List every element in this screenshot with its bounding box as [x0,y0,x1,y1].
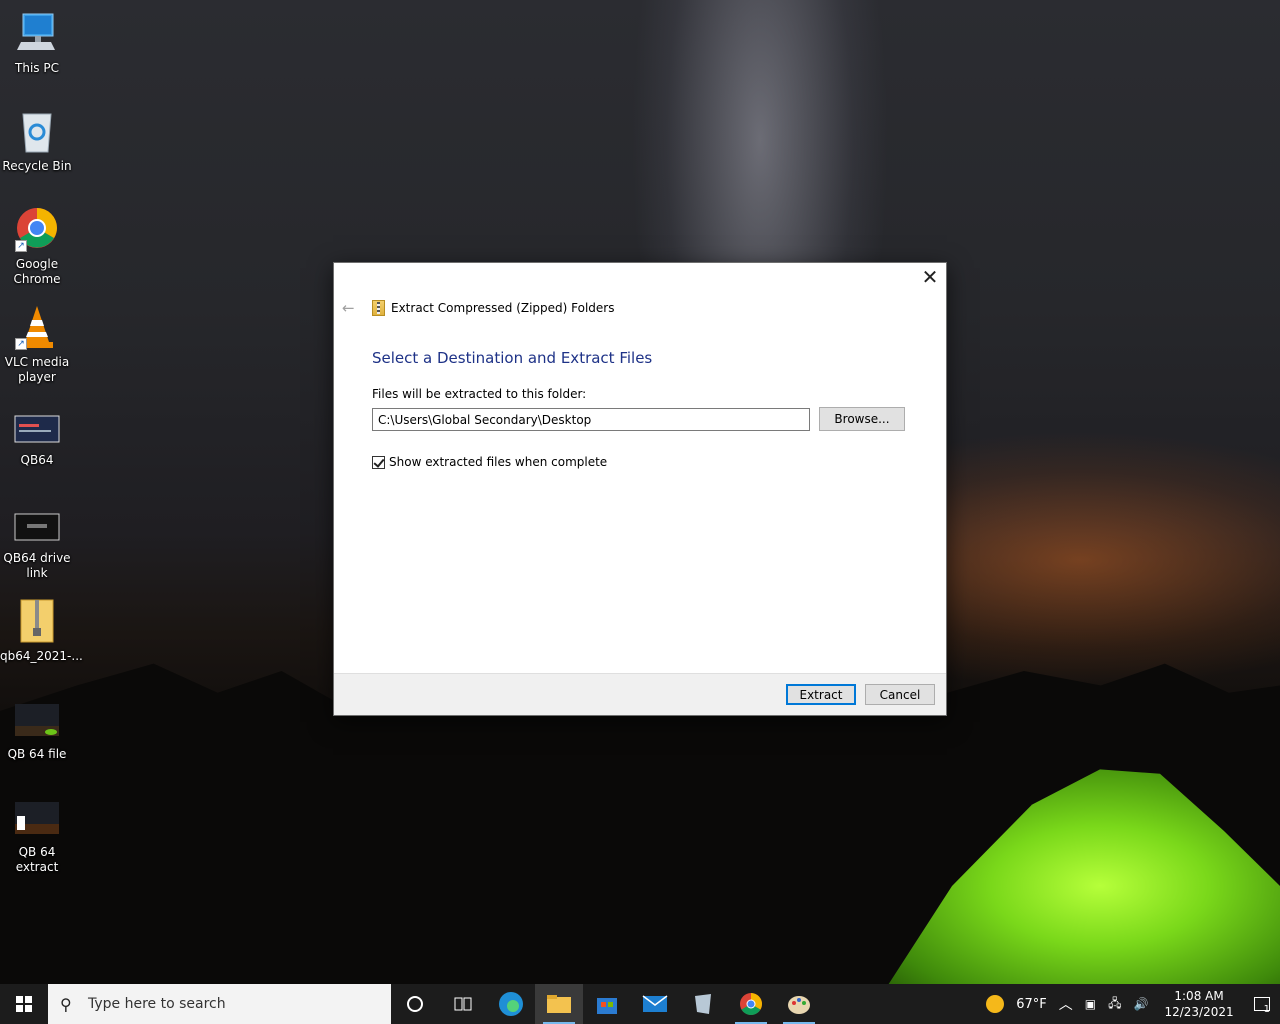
clock[interactable]: 1:08 AM 12/23/2021 [1154,988,1243,1020]
cortana-icon [407,996,423,1012]
browse-button[interactable]: Browse... [819,407,905,431]
edge-icon [499,992,523,1016]
network-icon[interactable]: 🖧 [1102,984,1127,1024]
image-file-icon [13,696,61,744]
mail-button[interactable] [631,984,679,1024]
wizard-title: Extract Compressed (Zipped) Folders [372,300,615,316]
app-icon [695,994,711,1014]
vlc-icon: ↗ [13,304,61,352]
system-tray: 67°F ︿ ▣ 🖧 🔊 1:08 AM 12/23/2021 1 [980,984,1280,1024]
mail-icon [642,995,668,1012]
extract-button[interactable]: Extract [786,684,856,705]
show-files-checkbox[interactable] [372,455,385,469]
taskbar-search[interactable]: ⚲ Type here to search [48,984,391,1024]
task-view-icon [454,997,472,1011]
desktop-icon-qb64-extract[interactable]: QB 64 extract [0,794,74,875]
meet-now-icon[interactable]: ▣ [1079,984,1102,1024]
paint-icon [788,996,810,1014]
edge-button[interactable] [487,984,535,1024]
sun-icon [986,995,1005,1013]
desktop-icon-qb64-file[interactable]: QB 64 file [0,696,74,762]
notifications-button[interactable]: 1 [1244,984,1280,1024]
show-files-option[interactable]: Show extracted files when complete [372,455,607,469]
app-button[interactable] [679,984,727,1024]
show-files-label[interactable]: Show extracted files when complete [389,455,607,469]
wizard-title-text: Extract Compressed (Zipped) Folders [391,301,615,315]
weather-temp: 67°F [1016,996,1047,1012]
chrome-icon [740,993,762,1015]
cancel-button[interactable]: Cancel [865,684,935,705]
zip-folder-icon [13,598,61,646]
desktop-icon-google-chrome[interactable]: ↗ Google Chrome [0,206,74,287]
extract-dialog: ✕ ← Extract Compressed (Zipped) Folders … [333,262,947,716]
desktop-icon-label: VLC media player [4,355,70,384]
task-view-button[interactable] [439,984,487,1024]
qb64-icon [13,402,61,450]
destination-path-input[interactable] [372,408,810,431]
destination-label: Files will be extracted to this folder: [372,387,587,401]
start-button[interactable] [0,984,48,1024]
store-icon [597,998,617,1014]
dialog-heading: Select a Destination and Extract Files [372,349,653,367]
image-file-icon [13,500,61,548]
desktop-icon-label: Google Chrome [13,257,61,286]
desktop-icon-qb64-zip[interactable]: qb64_2021-... [0,598,83,664]
image-file-icon [13,794,61,842]
file-explorer-button[interactable] [535,984,583,1024]
taskbar: ⚲ Type here to search 67°F ︿ ▣ 🖧 🔊 1:08 … [0,984,1280,1024]
chrome-taskbar-button[interactable] [727,984,775,1024]
shortcut-arrow-icon: ↗ [15,338,27,350]
desktop-icon-recycle-bin[interactable]: Recycle Bin [0,108,74,174]
desktop-icon-vlc[interactable]: ↗ VLC media player [0,304,74,385]
chrome-icon: ↗ [13,206,61,254]
weather-widget[interactable]: 67°F [980,984,1053,1024]
desktop-icon-qb64[interactable]: QB64 [0,402,74,468]
back-arrow-icon[interactable]: ← [342,299,355,317]
desktop-icon-this-pc[interactable]: This PC [0,10,74,76]
paint-button[interactable] [775,984,823,1024]
cortana-button[interactable] [391,984,439,1024]
desktop-icon-qb64-drive-link[interactable]: QB64 drive link [0,500,74,581]
volume-icon[interactable]: 🔊 [1128,984,1155,1024]
recycle-bin-icon [13,108,61,156]
notification-icon [1253,997,1270,1011]
chevron-up-icon[interactable]: ︿ [1053,984,1079,1024]
close-button[interactable]: ✕ [914,263,946,293]
shortcut-arrow-icon: ↗ [15,240,27,252]
computer-icon [13,10,61,58]
desktop-icon-label: This PC [15,61,59,75]
search-icon: ⚲ [60,994,72,1014]
clock-time: 1:08 AM [1174,989,1224,1003]
windows-logo-icon [16,996,32,1012]
desktop-icon-label: Recycle Bin [2,159,72,173]
clock-date: 12/23/2021 [1164,1005,1234,1019]
file-explorer-icon [547,995,571,1013]
desktop-icon-label: QB 64 file [7,747,67,761]
store-button[interactable] [583,984,631,1024]
desktop-icon-label: QB64 drive link [3,551,71,580]
dialog-footer: Extract Cancel [334,673,946,715]
desktop-icon-label: QB64 [20,453,54,467]
zip-folder-icon [372,300,385,316]
search-placeholder: Type here to search [88,996,226,1012]
desktop-icon-label: qb64_2021-... [0,649,83,663]
desktop-icon-label: QB 64 extract [15,845,59,874]
